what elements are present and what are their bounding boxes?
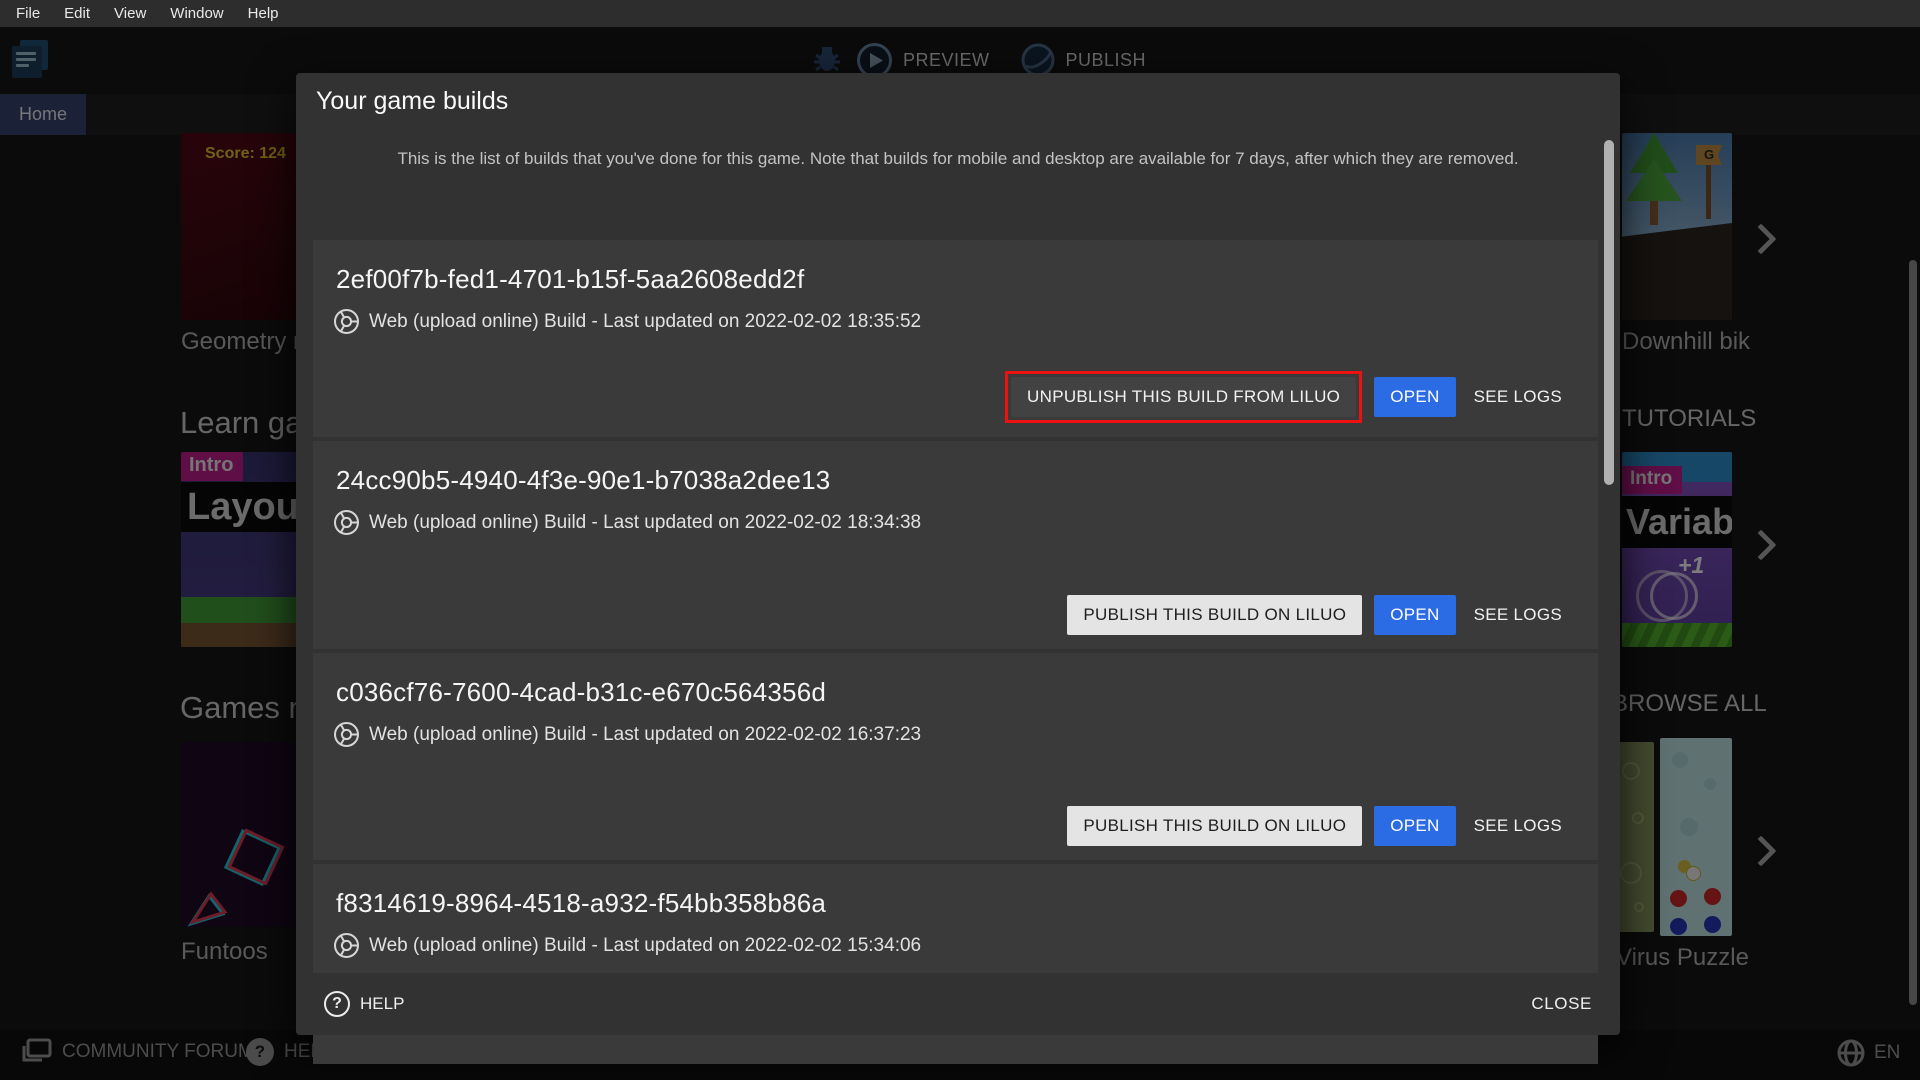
see-logs-button[interactable]: SEE LOGS bbox=[1468, 377, 1568, 417]
build-info: Web (upload online) Build - Last updated… bbox=[369, 512, 921, 534]
menu-file[interactable]: File bbox=[4, 5, 52, 22]
publish-build-button[interactable]: PUBLISH THIS BUILD ON LILUO bbox=[1067, 806, 1362, 846]
see-logs-button[interactable]: SEE LOGS bbox=[1468, 806, 1568, 846]
menu-window[interactable]: Window bbox=[158, 5, 235, 22]
open-build-button[interactable]: OPEN bbox=[1374, 595, 1455, 635]
help-button[interactable]: ? HELP bbox=[324, 991, 404, 1017]
chrome-icon bbox=[333, 509, 360, 536]
menu-view[interactable]: View bbox=[102, 5, 158, 22]
close-button[interactable]: CLOSE bbox=[1531, 994, 1592, 1014]
open-build-button[interactable]: OPEN bbox=[1374, 806, 1455, 846]
build-info: Web (upload online) Build - Last updated… bbox=[369, 935, 921, 957]
menu-bar: File Edit View Window Help bbox=[0, 0, 1920, 27]
build-row: 2ef00f7b-fed1-4701-b15f-5aa2608edd2f Web… bbox=[313, 240, 1598, 437]
menu-help[interactable]: Help bbox=[236, 5, 291, 22]
dialog-title: Your game builds bbox=[316, 87, 508, 116]
build-id: 24cc90b5-4940-4f3e-90e1-b7038a2dee13 bbox=[336, 465, 830, 496]
menu-edit[interactable]: Edit bbox=[52, 5, 102, 22]
chrome-icon bbox=[333, 932, 360, 959]
builds-list: 2ef00f7b-fed1-4701-b15f-5aa2608edd2f Web… bbox=[313, 240, 1598, 1068]
game-builds-dialog: Your game builds This is the list of bui… bbox=[296, 73, 1620, 1035]
see-logs-button[interactable]: SEE LOGS bbox=[1468, 595, 1568, 635]
annotation-highlight: UNPUBLISH THIS BUILD FROM LILUO bbox=[1005, 371, 1362, 423]
open-build-button[interactable]: OPEN bbox=[1374, 377, 1455, 417]
dialog-description: This is the list of builds that you've d… bbox=[358, 145, 1558, 173]
gdevelop-window: Home PREVIEW bbox=[0, 0, 1920, 1080]
unpublish-build-button[interactable]: UNPUBLISH THIS BUILD FROM LILUO bbox=[1011, 377, 1356, 417]
build-info: Web (upload online) Build - Last updated… bbox=[369, 311, 921, 333]
chrome-icon bbox=[333, 721, 360, 748]
build-id: f8314619-8964-4518-a932-f54bb358b86a bbox=[336, 888, 826, 919]
publish-build-button[interactable]: PUBLISH THIS BUILD ON LILUO bbox=[1067, 595, 1362, 635]
dialog-scrollbar-thumb[interactable] bbox=[1604, 140, 1614, 485]
build-id: 2ef00f7b-fed1-4701-b15f-5aa2608edd2f bbox=[336, 264, 804, 295]
build-id: c036cf76-7600-4cad-b31c-e670c564356d bbox=[336, 677, 826, 708]
build-row: 24cc90b5-4940-4f3e-90e1-b7038a2dee13 Web… bbox=[313, 441, 1598, 649]
build-info: Web (upload online) Build - Last updated… bbox=[369, 724, 921, 746]
build-row: c036cf76-7600-4cad-b31c-e670c564356d Web… bbox=[313, 653, 1598, 860]
dialog-footer: ? HELP CLOSE bbox=[296, 973, 1620, 1035]
chrome-icon bbox=[333, 308, 360, 335]
help-label: HELP bbox=[360, 994, 404, 1014]
help-circle-icon: ? bbox=[324, 991, 350, 1017]
